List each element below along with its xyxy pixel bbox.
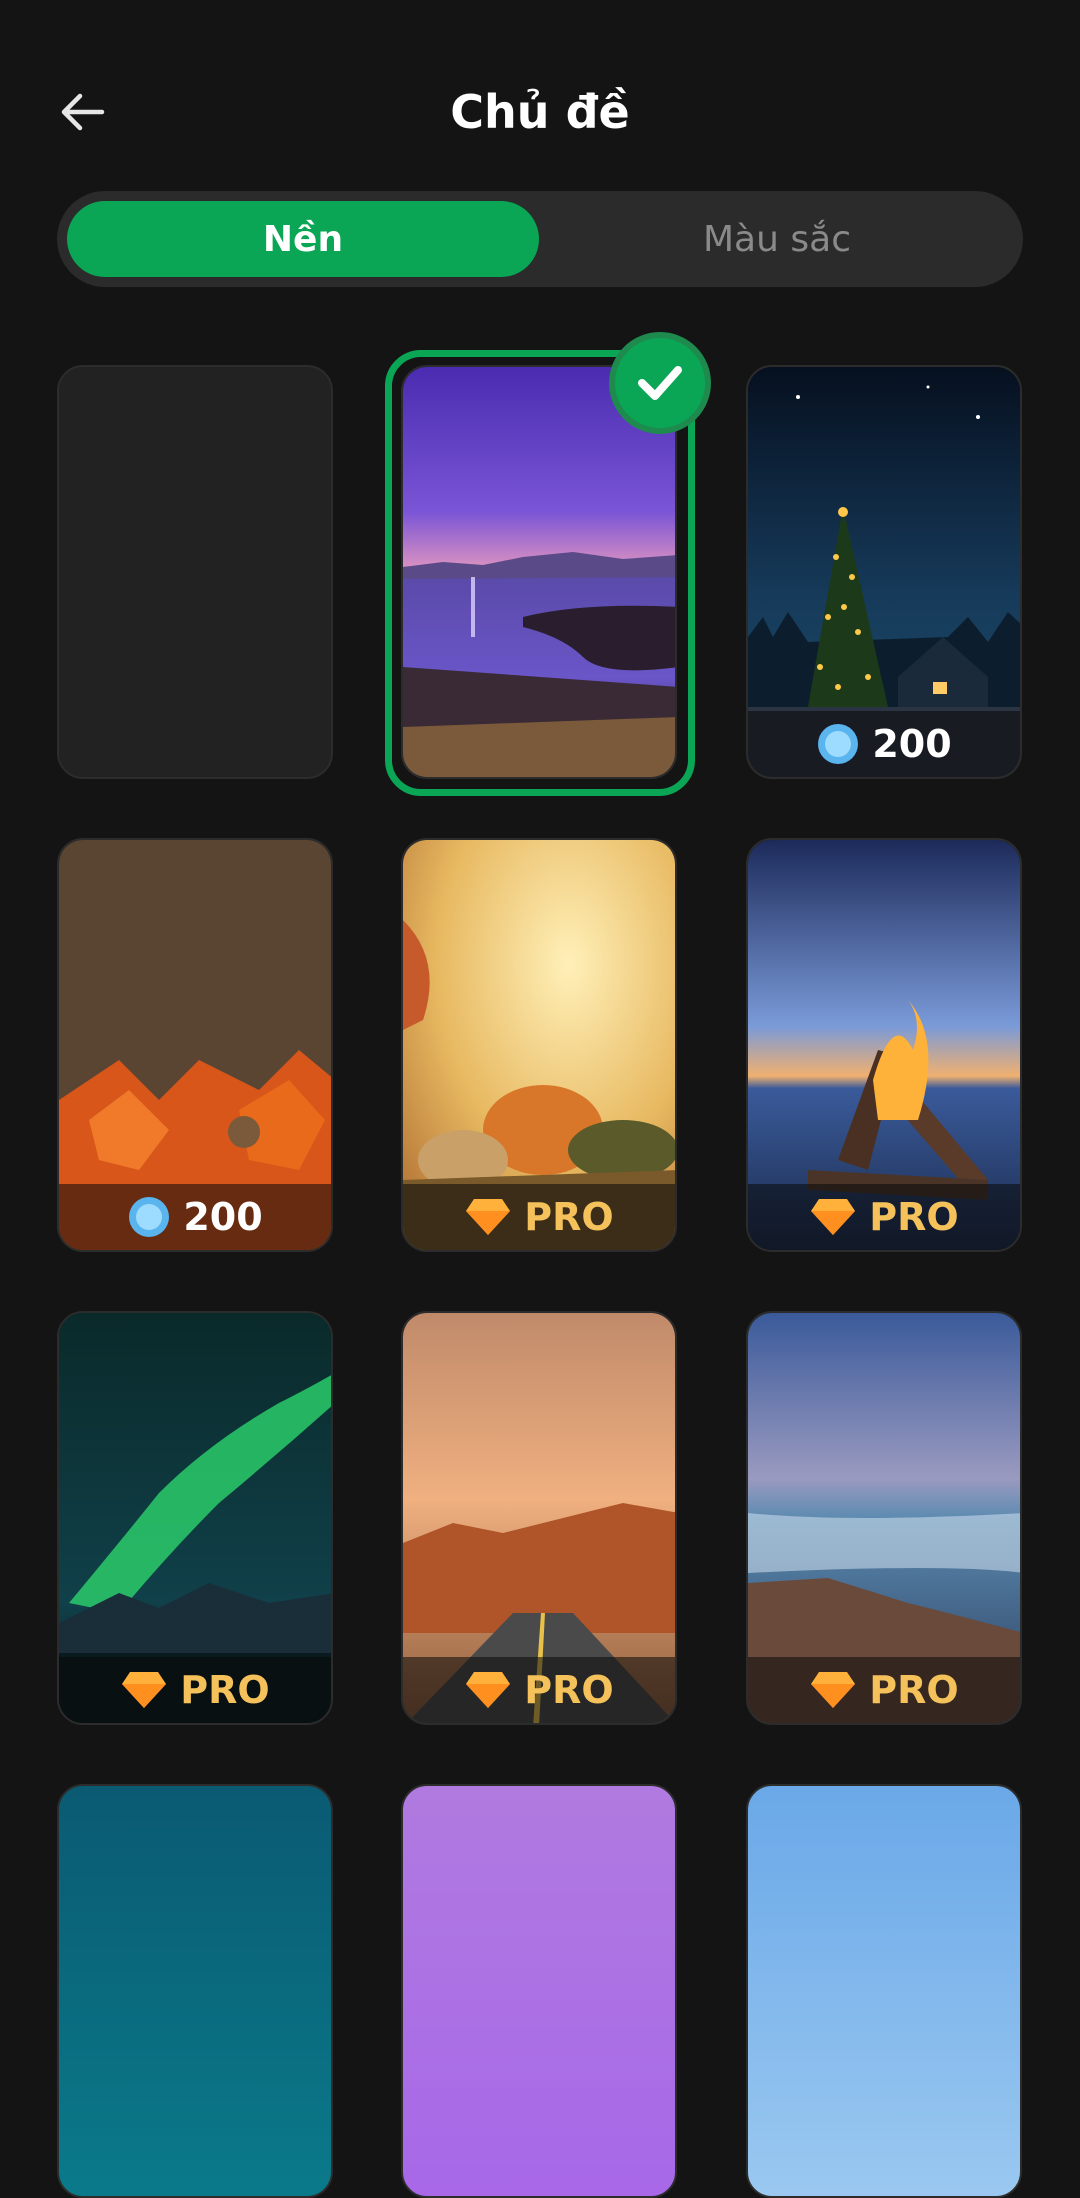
theme-card-aurora[interactable]: PRO: [57, 1311, 333, 1725]
gem-coin-icon: [129, 1197, 170, 1237]
pro-badge: PRO: [59, 1657, 331, 1723]
diamond-icon: [466, 1672, 511, 1708]
theme-card-autumn-leaves[interactable]: 200: [57, 838, 333, 1252]
price-badge: 200: [59, 1184, 331, 1250]
selected-check: [609, 332, 711, 434]
pro-badge: PRO: [748, 1184, 1020, 1250]
theme-card-teal[interactable]: [57, 1784, 333, 2198]
theme-card-christmas[interactable]: 200: [746, 365, 1022, 779]
theme-card-sky-blue[interactable]: [746, 1784, 1022, 2198]
tab-background[interactable]: Nền: [67, 201, 539, 277]
header: Chủ đề: [0, 0, 1080, 180]
theme-card-desert-road[interactable]: PRO: [401, 1311, 677, 1725]
diamond-icon: [466, 1199, 511, 1235]
theme-card-blank[interactable]: [57, 365, 333, 779]
tab-switcher: Nền Màu sắc: [57, 191, 1023, 287]
pro-badge: PRO: [748, 1657, 1020, 1723]
pro-badge: PRO: [403, 1184, 675, 1250]
theme-card-campfire[interactable]: PRO: [746, 838, 1022, 1252]
diamond-icon: [811, 1672, 856, 1708]
price-badge: 200: [748, 711, 1020, 777]
check-icon: [638, 366, 682, 400]
pro-badge: PRO: [403, 1657, 675, 1723]
theme-card-pumpkins[interactable]: PRO: [401, 838, 677, 1252]
diamond-icon: [811, 1199, 856, 1235]
tab-color[interactable]: Màu sắc: [541, 201, 1013, 277]
page-title: Chủ đề: [450, 85, 630, 139]
diamond-icon: [122, 1672, 167, 1708]
gem-coin-icon: [818, 724, 859, 764]
theme-card-rocky-shore[interactable]: PRO: [746, 1311, 1022, 1725]
theme-card-violet[interactable]: [401, 1784, 677, 2198]
